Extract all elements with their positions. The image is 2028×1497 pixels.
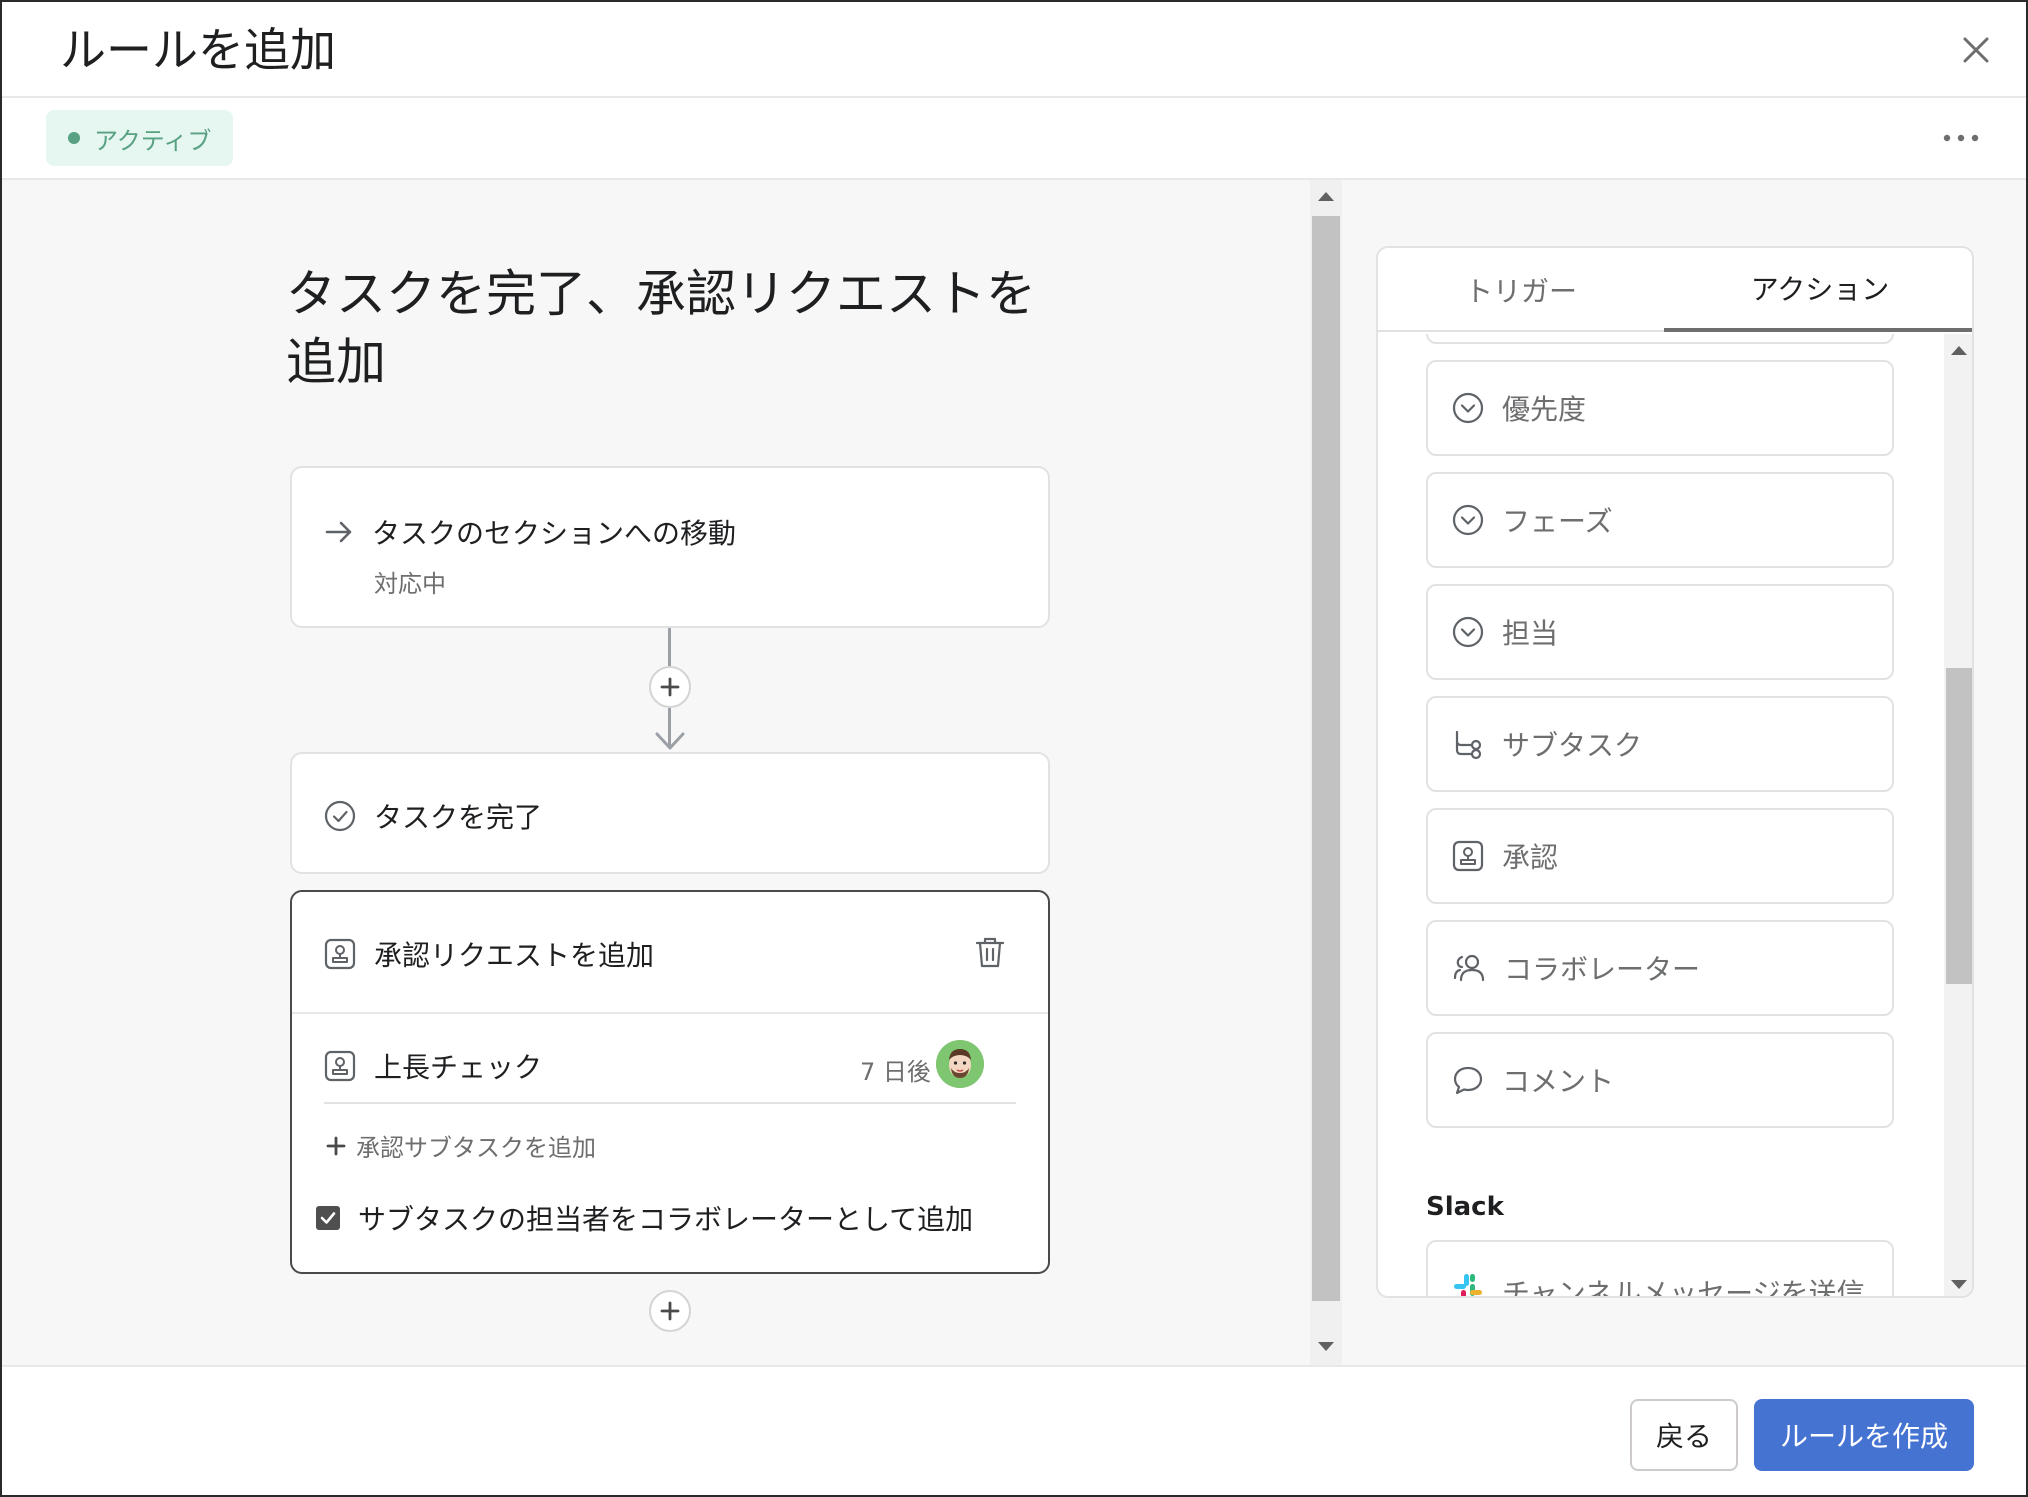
collaborators-icon [1453, 954, 1485, 982]
checkbox-label: サブタスクの担当者をコラボレーターとして追加 [358, 1203, 974, 1236]
action-picker-panel: トリガー アクション 優先度 フェーズ 担当 サブタスク 承認 コラボレーター … [1376, 246, 1974, 1298]
dialog-footer: 戻る ルールを作成 [2, 1365, 2026, 1495]
action-item-phase[interactable]: フェーズ [1426, 472, 1894, 568]
avatar-image [936, 1040, 984, 1088]
comment-icon [1453, 1066, 1483, 1095]
approval-stamp-icon [324, 938, 356, 970]
action-card-approval[interactable]: 承認リクエストを追加 上長チェック 7 日後 承認サブタスクを追加 サブタスクの… [290, 890, 1050, 1274]
arrow-right-icon [325, 521, 352, 543]
back-button[interactable]: 戻る [1630, 1399, 1738, 1471]
approval-label: 承認リクエストを追加 [374, 939, 655, 972]
canvas-scrollbar-thumb[interactable] [1312, 216, 1340, 1301]
subtask-divider [324, 1102, 1016, 1104]
add-approval-subtask-button[interactable]: 承認サブタスクを追加 [326, 1128, 596, 1163]
trigger-sublabel: 対応中 [374, 570, 446, 598]
delete-action-button[interactable] [972, 934, 1008, 970]
trash-icon [975, 937, 1005, 968]
close-button[interactable] [1954, 28, 1998, 72]
dialog-header: ルールを追加 [2, 2, 2026, 98]
subtask-icon [1455, 730, 1482, 760]
more-options-button[interactable] [1936, 118, 1986, 158]
status-label: アクティブ [94, 126, 212, 155]
action-card-complete-task[interactable]: タスクを完了 [290, 752, 1050, 874]
action-item-partial[interactable] [1426, 334, 1894, 344]
approval-subtask-row[interactable]: 上長チェック [324, 1046, 542, 1086]
action-item-label: 優先度 [1502, 393, 1587, 426]
action-item-approval[interactable]: 承認 [1426, 808, 1894, 904]
approval-stamp-icon [1452, 840, 1484, 872]
action-item-label: 承認 [1502, 841, 1559, 874]
tab-action[interactable]: アクション [1664, 248, 1972, 332]
action-item-priority[interactable]: 優先度 [1426, 360, 1894, 456]
arrow-down-icon [655, 732, 685, 750]
action-item-label: コラボレーター [1504, 953, 1701, 986]
chevron-circle-icon [1452, 392, 1484, 424]
panel-scroll-down-arrow[interactable] [1951, 1280, 1967, 1289]
action-item-comment[interactable]: コメント [1426, 1032, 1894, 1128]
add-step-button[interactable] [649, 1290, 691, 1332]
action-label: タスクを完了 [374, 801, 543, 834]
create-rule-button[interactable]: ルールを作成 [1754, 1399, 1974, 1471]
scroll-down-arrow[interactable] [1318, 1342, 1334, 1351]
rule-title: タスクを完了、承認リクエストを追加 [286, 265, 1036, 391]
plus-icon [326, 1136, 346, 1155]
action-item-label: コメント [1502, 1065, 1615, 1098]
action-item-label: サブタスク [1502, 729, 1643, 762]
add-rule-dialog: ルールを追加 アクティブ タスクを完了、承認リクエストを追加 タスクのセクション… [0, 0, 2028, 1497]
avatar[interactable] [936, 1040, 984, 1088]
chevron-circle-icon [1452, 504, 1484, 536]
action-item-slack-message[interactable]: チャンネルメッセージを送信 [1426, 1240, 1894, 1298]
panel-scrollbar-thumb[interactable] [1946, 668, 1972, 984]
status-badge[interactable]: アクティブ [46, 110, 234, 166]
approval-divider [292, 1012, 1048, 1014]
due-date[interactable]: 7 日後 [860, 1052, 931, 1087]
approval-subtask-label: 上長チェック [374, 1051, 543, 1084]
trigger-card[interactable]: タスクのセクションへの移動 対応中 [290, 466, 1050, 628]
panel-scroll-up-arrow[interactable] [1951, 346, 1967, 355]
chevron-circle-icon [1452, 616, 1484, 648]
tab-trigger[interactable]: トリガー [1378, 248, 1664, 332]
action-item-label: チャンネルメッセージを送信 [1502, 1277, 1865, 1298]
action-item-owner[interactable]: 担当 [1426, 584, 1894, 680]
dialog-title: ルールを追加 [60, 23, 336, 77]
action-item-collaborators[interactable]: コラボレーター [1426, 920, 1894, 1016]
collaborator-checkbox-row[interactable]: サブタスクの担当者をコラボレーターとして追加 [316, 1198, 973, 1238]
action-list: 優先度 フェーズ 担当 サブタスク 承認 コラボレーター コメント Slack … [1378, 334, 1944, 1298]
approval-stamp-icon [324, 1050, 356, 1082]
trigger-label: タスクのセクションへの移動 [372, 517, 737, 550]
checkmark-icon [320, 1212, 336, 1224]
status-dot [68, 132, 80, 144]
more-horizontal-icon [1943, 134, 1979, 142]
check-circle-icon [324, 800, 356, 832]
plus-icon [660, 677, 680, 697]
collaborator-checkbox[interactable] [316, 1206, 340, 1230]
panel-tabs: トリガー アクション [1378, 248, 1972, 332]
action-item-label: フェーズ [1502, 505, 1613, 538]
add-subtask-label: 承認サブタスクを追加 [356, 1134, 596, 1162]
add-step-button[interactable] [649, 666, 691, 708]
scroll-up-arrow[interactable] [1318, 192, 1334, 201]
connector-line [668, 628, 671, 666]
action-item-subtask[interactable]: サブタスク [1426, 696, 1894, 792]
action-item-label: 担当 [1502, 617, 1559, 650]
plus-icon [660, 1301, 680, 1321]
close-icon [1963, 37, 1989, 63]
status-bar: アクティブ [2, 98, 2026, 180]
slack-icon [1454, 1274, 1482, 1296]
dialog-body: タスクを完了、承認リクエストを追加 タスクのセクションへの移動 対応中 タスクを… [2, 180, 2026, 1365]
section-header-slack: Slack [1426, 1192, 1504, 1222]
